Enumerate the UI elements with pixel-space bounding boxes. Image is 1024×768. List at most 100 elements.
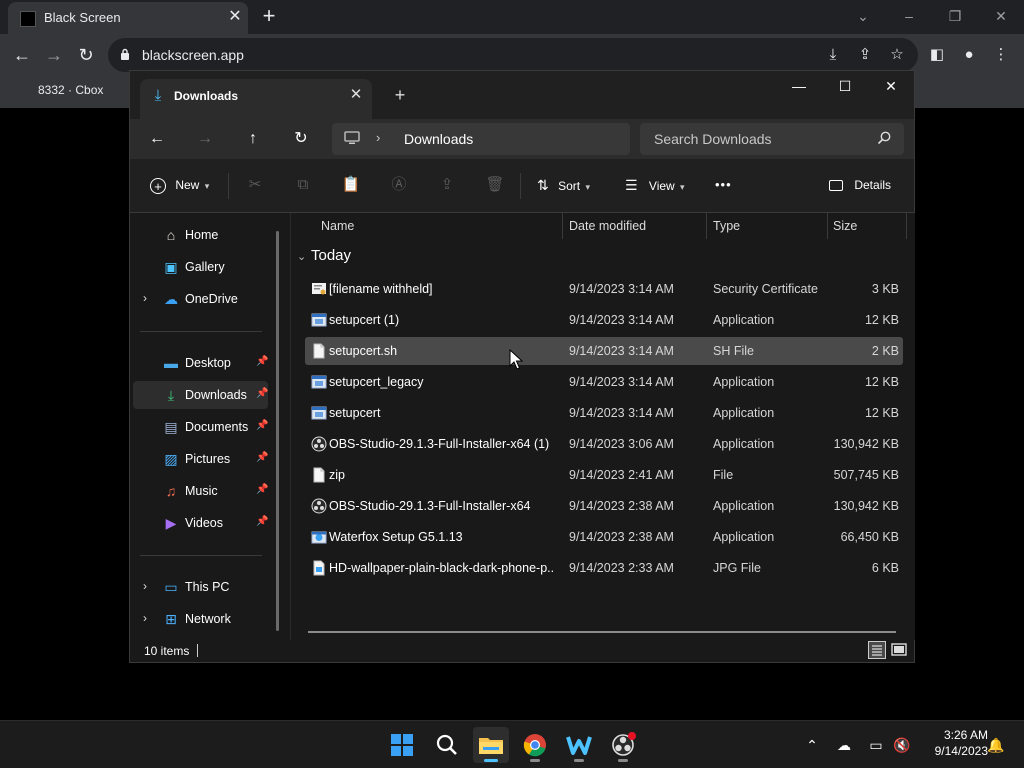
sidebar-item-music[interactable]: ♫ Music 📌 — [133, 477, 269, 505]
column-divider[interactable] — [827, 213, 828, 239]
sidebar-item-downloads[interactable]: ⤓ Downloads 📌 — [133, 381, 268, 409]
pin-icon[interactable]: 📌 — [256, 484, 268, 495]
forward-arrow-icon[interactable]: → — [193, 128, 217, 150]
network-tray-icon[interactable]: ▭ — [866, 735, 886, 755]
taskbar-file-explorer[interactable] — [473, 727, 509, 763]
tiles-view-icon[interactable] — [890, 641, 908, 659]
pin-icon[interactable]: 📌 — [256, 356, 268, 367]
pin-icon[interactable]: 📌 — [256, 388, 268, 399]
copy-icon[interactable]: ⧉ — [293, 175, 313, 195]
search-input[interactable]: Search Downloads — [640, 123, 904, 155]
breadcrumb-chevron-icon[interactable]: › — [376, 130, 380, 145]
browser-reload-icon[interactable]: ↻ — [74, 43, 98, 67]
file-row[interactable]: zip 9/14/2023 2:41 AM File 507,745 KB — [305, 461, 903, 489]
browser-menu-icon[interactable]: ⋮ — [990, 44, 1012, 66]
column-header-name[interactable]: Name — [321, 219, 354, 233]
details-button[interactable]: Details — [829, 174, 891, 196]
expand-chevron-icon[interactable]: › — [143, 611, 147, 625]
sort-button[interactable]: ⇅ Sort ▾ — [537, 174, 590, 196]
see-more-button[interactable]: ••• — [715, 174, 732, 196]
pin-icon[interactable]: 📌 — [256, 452, 268, 463]
profile-icon[interactable]: ● — [958, 44, 980, 66]
browser-tab[interactable]: Black Screen ✕ — [8, 2, 248, 34]
sidebar-item-videos[interactable]: ▶ Videos 📌 — [133, 509, 269, 537]
column-header-type[interactable]: Type — [713, 219, 740, 233]
search-button[interactable] — [429, 727, 465, 763]
column-header-date[interactable]: Date modified — [569, 219, 646, 233]
expand-chevron-icon[interactable]: › — [143, 579, 147, 593]
file-row[interactable]: setupcert_legacy 9/14/2023 3:14 AM Applica… — [305, 368, 903, 396]
taskbar-waterfox[interactable] — [561, 727, 597, 763]
column-divider[interactable] — [706, 213, 707, 239]
sidebar-item-home[interactable]: ⌂ Home — [133, 221, 268, 249]
pin-icon[interactable]: 📌 — [256, 420, 268, 431]
share-icon[interactable]: ⇪ — [437, 175, 457, 195]
file-row[interactable]: [filename withheld] 9/14/2023 3:14 AM Secu… — [305, 275, 903, 303]
sidebar-item-pictures[interactable]: ▨ Pictures 📌 — [133, 445, 268, 473]
browser-close-button[interactable]: ✕ — [989, 6, 1013, 26]
sidebar-item-desktop[interactable]: ▬ Desktop 📌 — [133, 349, 268, 377]
browser-forward-icon[interactable]: → — [42, 43, 66, 67]
taskbar-chrome[interactable] — [517, 727, 553, 763]
share-icon[interactable]: ⇪ — [855, 45, 875, 65]
horizontal-scrollbar[interactable] — [308, 631, 896, 633]
browser-restore-button[interactable]: ❐ — [943, 6, 967, 26]
group-header-today[interactable]: ⌄ Today — [297, 247, 351, 264]
sidebar-item-label: Music — [185, 484, 218, 498]
volume-muted-icon[interactable]: 🔇 — [892, 735, 912, 755]
refresh-icon[interactable]: ↻ — [289, 128, 313, 150]
onedrive-tray-icon[interactable]: ☁ — [834, 735, 854, 755]
clock[interactable]: 3:26 AM 9/14/2023 — [918, 727, 988, 759]
sidebar-item-network[interactable]: › ⊞ Network — [133, 605, 268, 633]
file-row[interactable]: OBS-Studio-29.1.3-Full-Installer-x64 9/14… — [305, 492, 903, 520]
view-button[interactable]: ☰ View ▾ — [625, 174, 685, 196]
cut-icon[interactable]: ✂ — [245, 175, 265, 195]
file-row[interactable]: HD-wallpaper-plain-black-dark-phone-p...… — [305, 554, 903, 582]
explorer-tab[interactable]: ⤓ Downloads ✕ — [140, 79, 372, 119]
explorer-close-button[interactable]: ✕ — [876, 75, 906, 97]
sidebar-item-documents[interactable]: ▤ Documents 📌 — [133, 413, 268, 441]
new-button[interactable]: + New ▾ — [150, 174, 209, 196]
sidebar-item-onedrive[interactable]: › ☁ OneDrive — [133, 285, 268, 313]
breadcrumb[interactable]: › Downloads — [332, 123, 630, 155]
bookmark-item[interactable]: 8332 · Cbox — [38, 83, 103, 97]
details-view-icon[interactable] — [868, 641, 886, 659]
expand-chevron-icon[interactable]: › — [143, 291, 147, 305]
explorer-tab-close-icon[interactable]: ✕ — [346, 85, 366, 105]
up-arrow-icon[interactable]: ↑ — [241, 128, 265, 150]
install-app-icon[interactable]: ⤓ — [823, 45, 843, 65]
paste-icon[interactable]: 📋 — [341, 175, 361, 195]
sidebar-scrollbar[interactable] — [276, 231, 279, 631]
explorer-new-tab-button[interactable]: + — [390, 85, 410, 105]
back-arrow-icon[interactable]: ← — [145, 128, 169, 150]
rename-icon[interactable]: Ⓐ — [389, 175, 409, 195]
side-panel-icon[interactable]: ◧ — [926, 44, 948, 66]
file-row[interactable]: setupcert 9/14/2023 3:14 AM Application 12 … — [305, 399, 903, 427]
pin-icon[interactable]: 📌 — [256, 516, 268, 527]
column-divider[interactable] — [906, 213, 907, 239]
file-row[interactable]: Waterfox Setup G5.1.13 9/14/2023 2:38 AM A… — [305, 523, 903, 551]
address-bar[interactable]: blackscreen.app ⤓ ⇪ ☆ — [108, 38, 918, 72]
breadcrumb-downloads[interactable]: Downloads — [404, 131, 473, 147]
explorer-maximize-button[interactable]: ☐ — [830, 75, 860, 97]
column-divider[interactable] — [562, 213, 563, 239]
browser-minimize-button[interactable]: – — [897, 6, 921, 26]
notification-bell-icon[interactable]: 🔔 — [986, 735, 1006, 755]
new-tab-button[interactable]: + — [258, 5, 280, 27]
delete-icon[interactable]: 🗑 — [485, 175, 505, 195]
tab-search-chevron-icon[interactable]: ⌄ — [851, 6, 875, 26]
file-row[interactable]: setupcert (1) 9/14/2023 3:14 AM Applicatio… — [305, 306, 903, 334]
tab-close-icon[interactable]: ✕ — [226, 8, 244, 26]
explorer-minimize-button[interactable]: — — [784, 75, 814, 97]
sidebar-item-this-pc[interactable]: › ▭ This PC — [133, 573, 268, 601]
browser-back-icon[interactable]: ← — [10, 43, 34, 67]
collapse-chevron-icon[interactable]: ⌄ — [297, 250, 311, 263]
show-hidden-icons-chevron-icon[interactable]: ⌃ — [802, 735, 822, 755]
bookmark-star-icon[interactable]: ☆ — [887, 45, 907, 65]
column-header-size[interactable]: Size — [833, 219, 857, 233]
sidebar-item-gallery[interactable]: ▣ Gallery — [133, 253, 268, 281]
start-button[interactable] — [384, 727, 420, 763]
taskbar-obs[interactable] — [605, 727, 641, 763]
file-row[interactable]: setupcert.sh 9/14/2023 3:14 AM SH File 2 KB — [305, 337, 903, 365]
file-row[interactable]: OBS-Studio-29.1.3-Full-Installer-x64 (1)… — [305, 430, 903, 458]
